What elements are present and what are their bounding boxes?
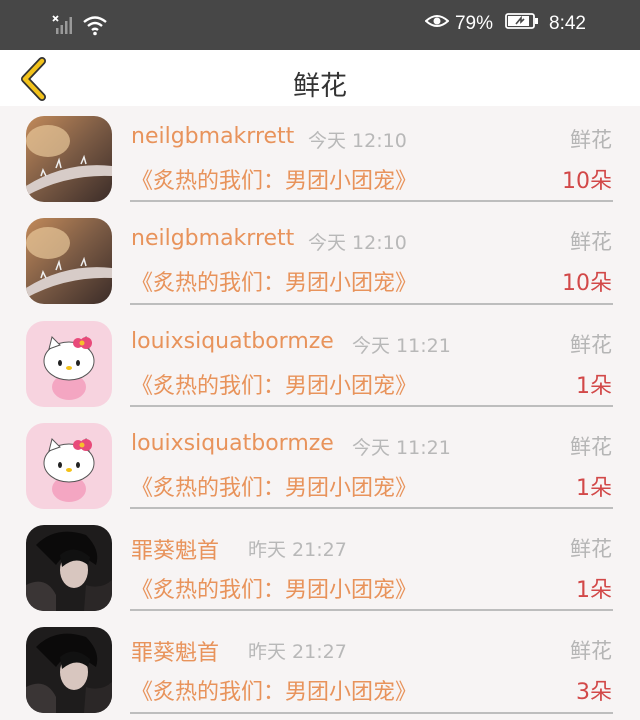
gift-type: 鲜花 <box>570 332 612 357</box>
timestamp: 昨天 21:27 <box>248 539 347 562</box>
divider <box>130 200 613 203</box>
list-item[interactable]: neilgbmakrrett 今天 12:10 鲜花 《炙热的我们：男团小团宠》… <box>0 106 640 208</box>
avatar[interactable] <box>26 320 112 407</box>
list-item[interactable]: louixsiquatbormze 今天 11:21 鲜花 《炙热的我们：男团小… <box>0 311 640 413</box>
timestamp: 今天 12:10 <box>308 130 407 152</box>
status-time: 8:42 <box>549 13 586 34</box>
page-title: 鲜花 <box>293 71 347 102</box>
username[interactable]: louixsiquatbormze <box>131 329 334 354</box>
timestamp: 今天 11:21 <box>352 334 451 357</box>
gift-type: 鲜花 <box>570 128 612 152</box>
book-title[interactable]: 《炙热的我们：男团小团宠》 <box>131 572 417 604</box>
gift-type: 鲜花 <box>570 434 612 459</box>
gift-type: 鲜花 <box>570 639 612 664</box>
gift-type: 鲜花 <box>570 537 612 562</box>
status-bar-right: 79% 8:42 <box>424 12 586 36</box>
divider <box>130 404 613 407</box>
avatar[interactable] <box>26 422 112 509</box>
eye-icon <box>424 12 450 36</box>
username[interactable]: louixsiquatbormze <box>131 431 334 456</box>
flower-count: 1朵 <box>576 578 612 604</box>
no-sim-signal-icon <box>52 14 74 40</box>
flower-count: 1朵 <box>576 373 612 399</box>
avatar[interactable] <box>26 525 112 612</box>
timestamp: 昨天 21:27 <box>248 641 347 664</box>
battery-icon <box>505 12 539 36</box>
username[interactable]: neilgbmakrrett <box>131 226 294 251</box>
book-title[interactable]: 《炙热的我们：男团小团宠》 <box>131 265 417 297</box>
status-bar: 79% 8:42 <box>0 0 640 50</box>
divider <box>130 711 613 714</box>
status-bar-left <box>52 14 108 40</box>
list-item[interactable]: 罪葵魁首 昨天 21:27 鲜花 《炙热的我们：男团小团宠》 3朵 <box>0 617 640 719</box>
avatar[interactable] <box>26 116 112 202</box>
book-title[interactable]: 《炙热的我们：男团小团宠》 <box>131 674 417 706</box>
flower-count: 3朵 <box>576 680 612 706</box>
book-title[interactable]: 《炙热的我们：男团小团宠》 <box>131 163 417 195</box>
username[interactable]: neilgbmakrrett <box>131 124 294 149</box>
flower-count: 1朵 <box>576 475 612 501</box>
timestamp: 今天 11:21 <box>352 436 451 459</box>
divider <box>130 302 613 305</box>
divider <box>130 507 613 510</box>
list-item[interactable]: neilgbmakrrett 今天 12:10 鲜花 《炙热的我们：男团小团宠》… <box>0 208 640 310</box>
list-item[interactable]: louixsiquatbormze 今天 11:21 鲜花 《炙热的我们：男团小… <box>0 413 640 515</box>
wifi-icon <box>82 14 108 40</box>
divider <box>130 609 613 612</box>
list-item[interactable]: 罪葵魁首 昨天 21:27 鲜花 《炙热的我们：男团小团宠》 1朵 <box>0 515 640 617</box>
header: 鲜花 <box>0 50 640 106</box>
book-title[interactable]: 《炙热的我们：男团小团宠》 <box>131 470 417 502</box>
flower-count: 10朵 <box>562 271 612 297</box>
username[interactable]: 罪葵魁首 <box>131 533 219 565</box>
book-title[interactable]: 《炙热的我们：男团小团宠》 <box>131 368 417 400</box>
gift-type: 鲜花 <box>570 230 612 255</box>
timestamp: 今天 12:10 <box>308 232 407 255</box>
flower-gift-list: neilgbmakrrett 今天 12:10 鲜花 《炙热的我们：男团小团宠》… <box>0 106 640 720</box>
avatar[interactable] <box>26 627 112 714</box>
avatar[interactable] <box>26 218 112 305</box>
flower-count: 10朵 <box>562 169 612 194</box>
username[interactable]: 罪葵魁首 <box>131 635 219 667</box>
battery-percent: 79% <box>454 13 494 34</box>
